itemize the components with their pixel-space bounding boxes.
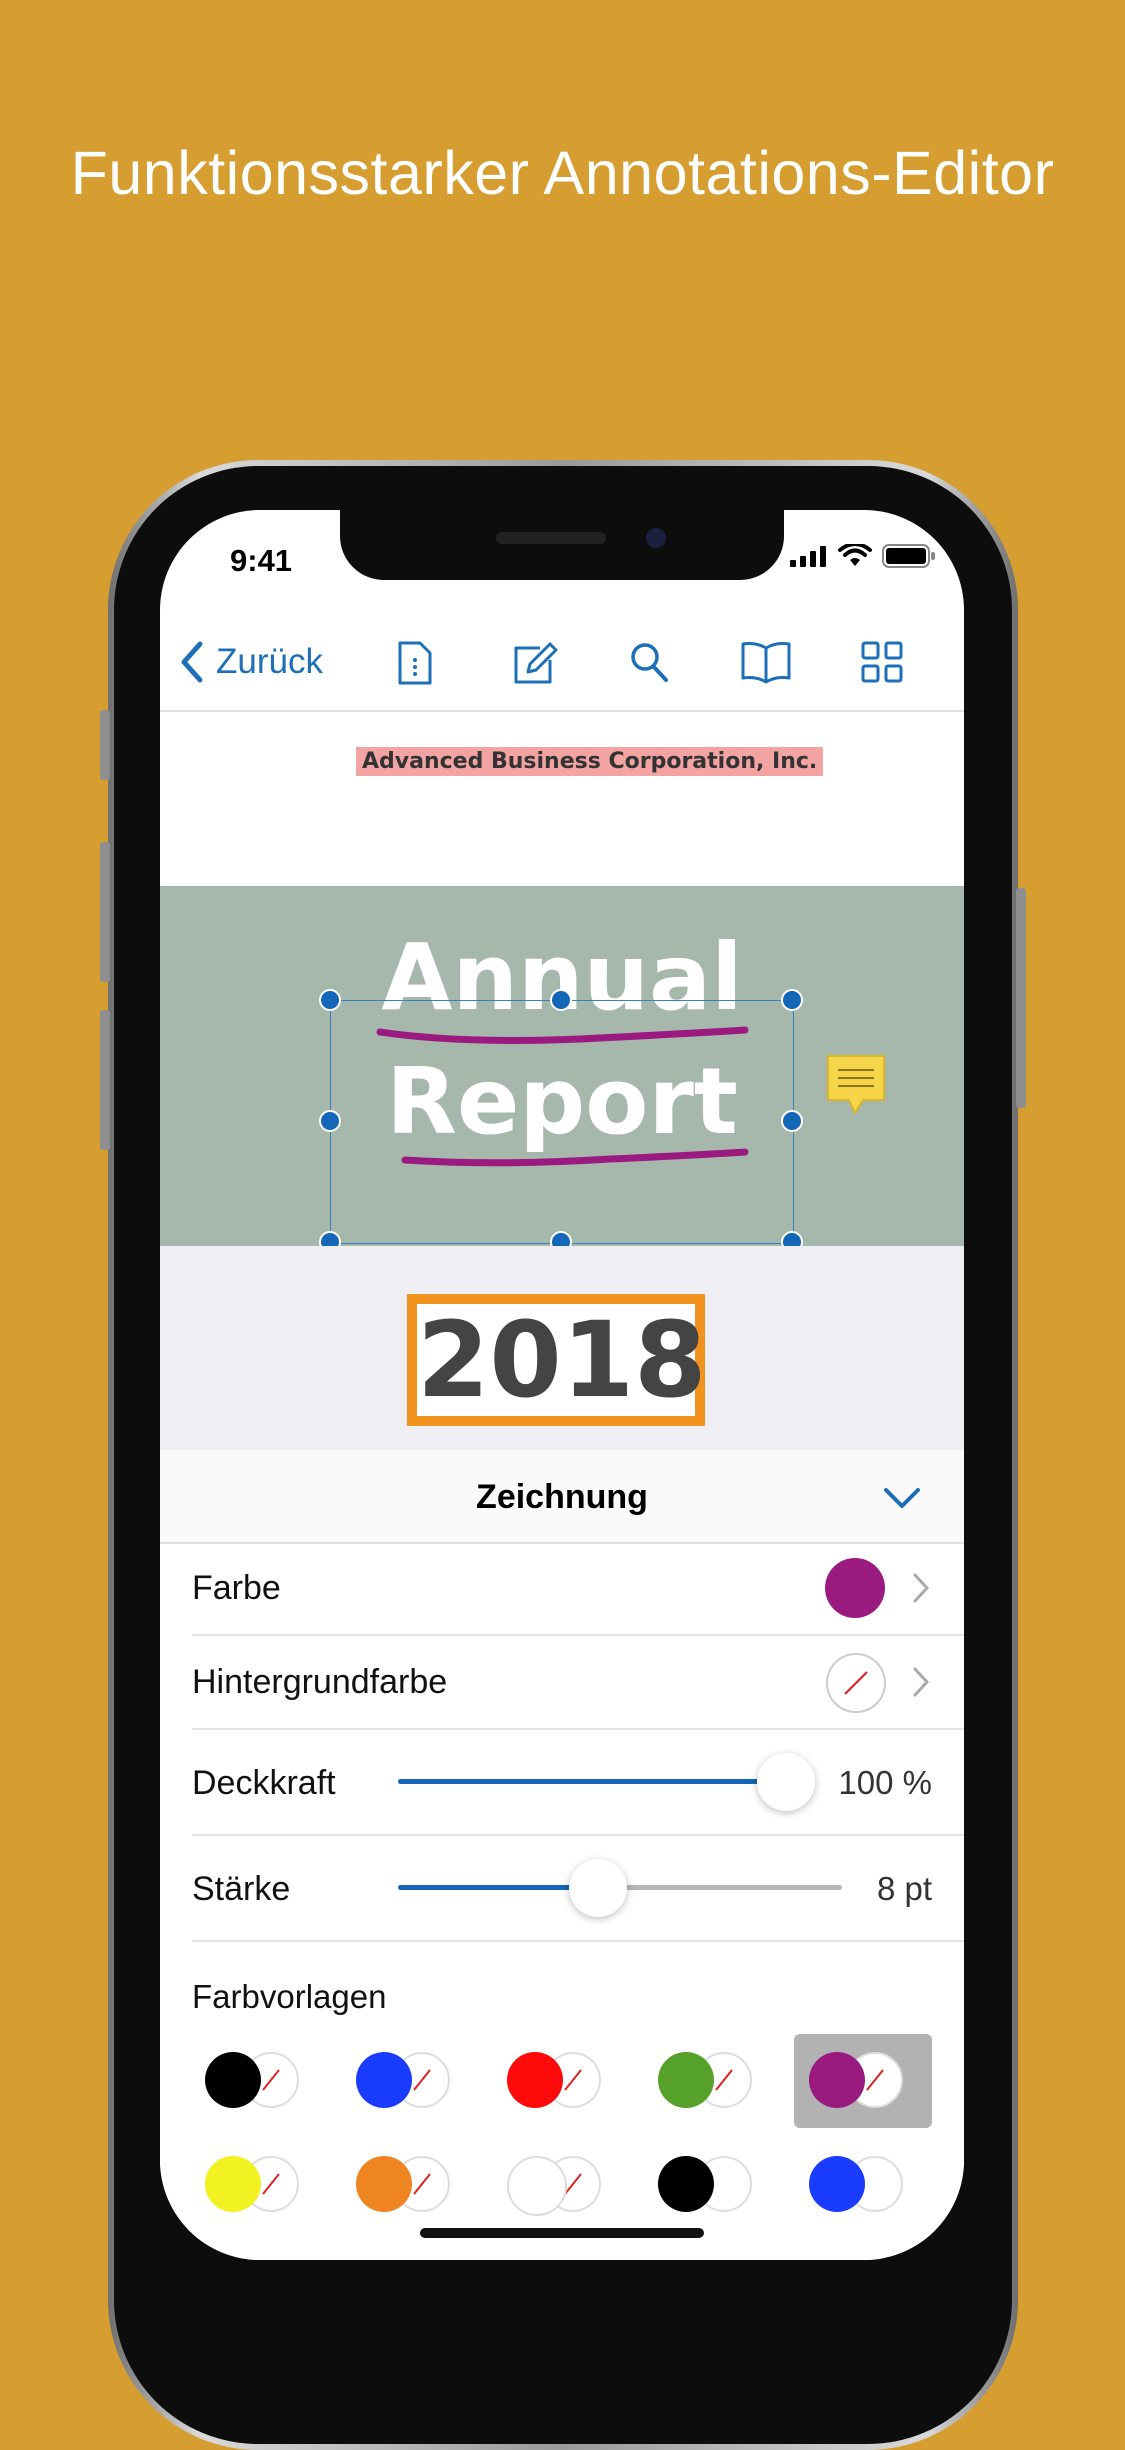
cellular-signal-icon — [790, 546, 826, 567]
home-indicator[interactable] — [420, 2228, 704, 2238]
color-preset[interactable] — [796, 2040, 906, 2110]
front-camera — [646, 528, 666, 548]
preset-stroke-color — [507, 2156, 567, 2216]
headline: Funktionsstarker Annotations-Editor — [70, 139, 1055, 207]
preset-stroke-color — [205, 2052, 261, 2108]
color-label: Farbe — [192, 1569, 281, 1607]
no-color-swatch-icon — [826, 1653, 886, 1713]
preset-stroke-color — [356, 2052, 412, 2108]
status-icons — [790, 544, 936, 568]
volume-up-button — [100, 842, 110, 982]
opacity-value: 100 % — [838, 1764, 932, 1801]
year-section: 2018 — [160, 1246, 964, 1460]
edit-icon[interactable] — [510, 640, 558, 688]
preset-stroke-color — [205, 2156, 261, 2212]
color-preset[interactable] — [343, 2144, 453, 2214]
preset-stroke-color — [356, 2156, 412, 2212]
chevron-left-icon — [181, 641, 203, 683]
power-button — [1016, 888, 1026, 1108]
resize-handle-top-left[interactable] — [319, 989, 341, 1011]
stroke-row: Stärke 8 pt — [192, 1836, 964, 1942]
color-preset[interactable] — [645, 2144, 755, 2214]
stroke-slider-thumb[interactable] — [568, 1859, 627, 1917]
stroke-label: Stärke — [192, 1870, 291, 1908]
grid-icon[interactable] — [860, 640, 904, 684]
toolbar: Zurück — [160, 620, 964, 712]
color-preset[interactable] — [645, 2040, 755, 2110]
sticky-note-icon[interactable] — [825, 1053, 887, 1117]
notch — [340, 510, 784, 580]
resize-handle-top-right[interactable] — [781, 989, 803, 1011]
speaker-grille — [496, 532, 606, 544]
color-preset[interactable] — [494, 2040, 604, 2110]
phone-screen: 9:41 Zurück Advanced Business Corporatio… — [160, 510, 964, 2260]
annotation-inspector: Zeichnung Farbe Hintergrundfarbe Deckkra… — [160, 1450, 964, 2260]
color-preset[interactable] — [192, 2040, 302, 2110]
presets-label: Farbvorlagen — [192, 1978, 387, 2015]
status-time: 9:41 — [230, 543, 293, 578]
chevron-down-icon[interactable] — [882, 1486, 922, 1510]
selection-box — [330, 1000, 794, 1244]
volume-down-button — [100, 1010, 110, 1150]
book-icon[interactable] — [740, 640, 792, 686]
chevron-right-icon — [913, 1667, 930, 1697]
back-label: Zurück — [216, 642, 323, 681]
inspector-title: Zeichnung — [476, 1478, 648, 1516]
back-button[interactable]: Zurück — [178, 640, 323, 684]
color-preset[interactable] — [494, 2144, 604, 2216]
mute-switch — [100, 710, 110, 780]
preset-stroke-color — [809, 2052, 865, 2108]
chevron-right-icon — [913, 1573, 930, 1603]
battery-icon — [882, 544, 935, 568]
color-row[interactable]: Farbe — [192, 1542, 964, 1636]
inspector-header: Zeichnung — [160, 1450, 964, 1544]
document-page[interactable]: Advanced Business Corporation, Inc. Annu… — [160, 712, 964, 1460]
preset-stroke-color — [658, 2156, 714, 2212]
color-preset[interactable] — [192, 2144, 302, 2214]
year-rectangle-annotation[interactable]: 2018 — [407, 1294, 706, 1426]
background-color-row[interactable]: Hintergrundfarbe — [192, 1636, 964, 1730]
color-preset[interactable] — [343, 2040, 453, 2110]
color-preset[interactable] — [796, 2144, 906, 2214]
search-icon[interactable] — [628, 640, 670, 684]
preset-stroke-color — [658, 2052, 714, 2108]
preset-stroke-color — [809, 2156, 865, 2212]
opacity-label: Deckkraft — [192, 1764, 336, 1802]
stroke-slider-fill — [398, 1885, 598, 1890]
document-icon[interactable] — [396, 640, 434, 686]
resize-handle-right[interactable] — [781, 1110, 803, 1132]
resize-handle-top[interactable] — [550, 989, 572, 1011]
resize-handle-left[interactable] — [319, 1110, 341, 1132]
preset-stroke-color — [507, 2052, 563, 2108]
wifi-icon — [838, 544, 872, 566]
opacity-slider-fill — [398, 1779, 786, 1784]
current-color-swatch — [825, 1558, 885, 1618]
stroke-value: 8 pt — [876, 1870, 932, 1907]
background-color-label: Hintergrundfarbe — [192, 1663, 448, 1701]
opacity-row: Deckkraft 100 % — [192, 1730, 964, 1836]
opacity-slider-thumb[interactable] — [757, 1753, 815, 1811]
